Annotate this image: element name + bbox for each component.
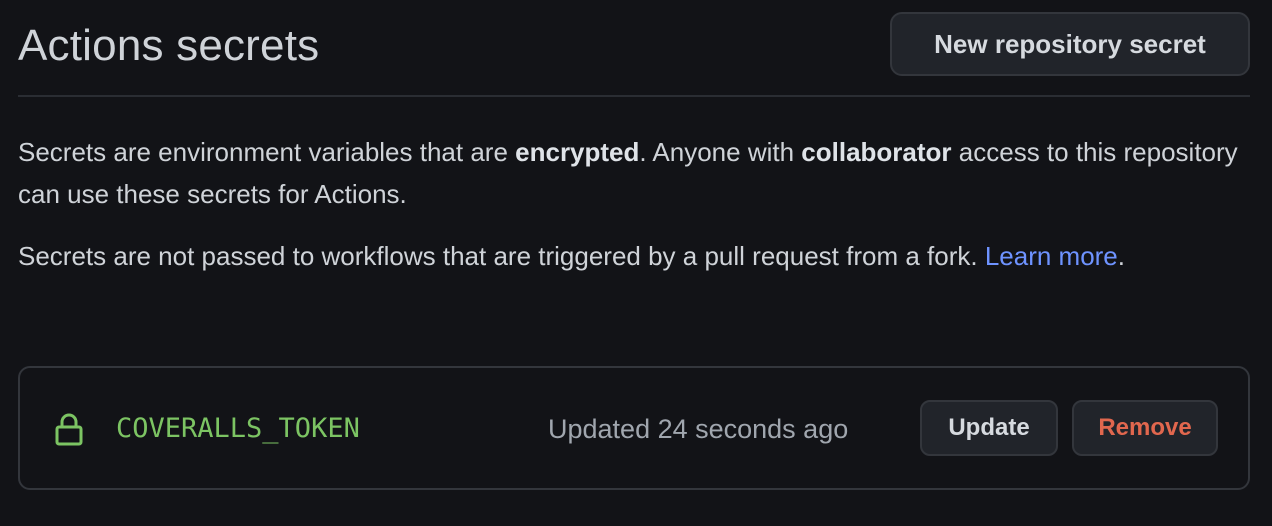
description-text-1: Secrets are environment variables that a… [18,137,516,167]
description-bold-encrypted: encrypted [515,137,640,167]
update-secret-button[interactable]: Update [920,400,1058,456]
learn-more-link[interactable]: Learn more [985,241,1118,271]
fork-notice-text: Secrets are not passed to workflows that… [18,241,985,271]
secret-row: COVERALLS_TOKEN Updated 24 seconds ago U… [18,366,1250,490]
fork-notice: Secrets are not passed to workflows that… [18,235,1254,277]
description-bold-collaborator: collaborator [801,137,952,167]
description-text-2: . Anyone with [639,137,802,167]
fork-notice-period: . [1117,241,1126,271]
remove-secret-button[interactable]: Remove [1072,400,1218,456]
secret-updated-time: Updated 24 seconds ago [548,414,849,444]
secret-name: COVERALLS_TOKEN [116,413,360,444]
new-repository-secret-button[interactable]: New repository secret [890,12,1250,76]
lock-icon [55,413,83,446]
secrets-description: Secrets are environment variables that a… [18,131,1254,215]
page-title: Actions secrets [18,21,320,70]
page-header: Actions secrets New repository secret [18,0,1250,97]
